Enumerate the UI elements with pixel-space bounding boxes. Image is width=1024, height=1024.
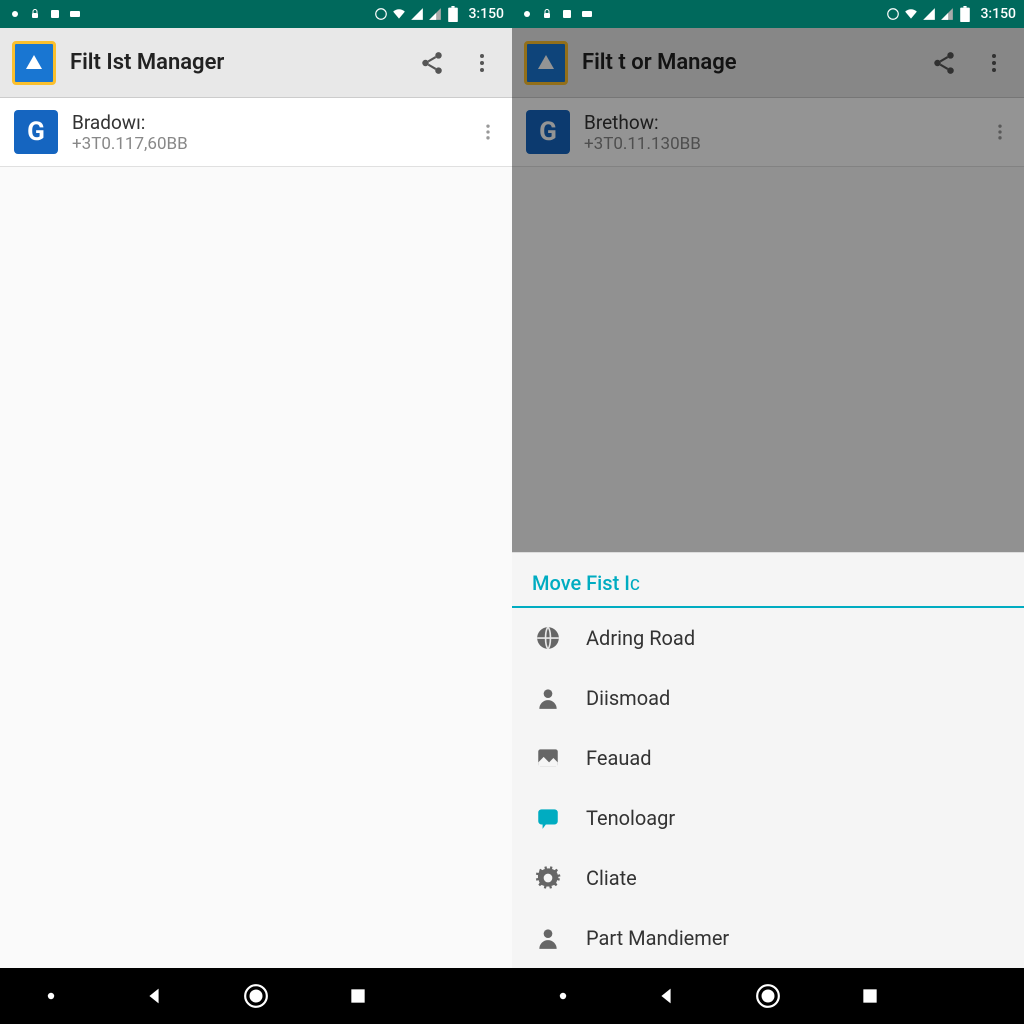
status-lock-icon xyxy=(28,7,42,21)
sheet-item-label: Feauad xyxy=(586,746,652,770)
nav-extra[interactable] xyxy=(441,976,481,1016)
sheet-item-feauad[interactable]: Feauad xyxy=(512,728,1024,788)
share-button[interactable] xyxy=(926,45,962,81)
status-card-icon xyxy=(68,7,82,21)
nav-back-button[interactable] xyxy=(134,976,174,1016)
globe-icon xyxy=(534,624,562,652)
nav-recent-button[interactable] xyxy=(338,976,378,1016)
sheet-item-label: Adring Road xyxy=(586,626,695,650)
nav-home-button[interactable] xyxy=(748,976,788,1016)
overflow-menu-button[interactable] xyxy=(976,45,1012,81)
file-type-icon: G xyxy=(14,110,58,154)
sheet-item-cliate[interactable]: Cliate xyxy=(512,848,1024,908)
sheet-item-label: Cliate xyxy=(586,866,637,890)
item-menu-button[interactable] xyxy=(990,122,1010,142)
sheet-item-label: Tenoloagr xyxy=(586,806,675,830)
app-title: Filt Ist Manager xyxy=(70,50,400,75)
file-item[interactable]: G Brethow: +3T0.11.130BB xyxy=(512,98,1024,167)
content-area xyxy=(0,167,512,968)
battery-icon xyxy=(958,7,972,21)
status-badge-icon xyxy=(374,7,388,21)
sheet-title: Move Fist Iϲ xyxy=(512,553,1024,608)
app-bar: Filt Ist Manager xyxy=(0,28,512,98)
nav-extra[interactable] xyxy=(953,976,993,1016)
file-subtitle: +3T0.11.130BB xyxy=(584,134,976,154)
nav-dot[interactable] xyxy=(543,976,583,1016)
status-card-icon xyxy=(580,7,594,21)
status-notif-icon xyxy=(520,7,534,21)
nav-bar xyxy=(512,968,1024,1024)
status-lock-icon xyxy=(540,7,554,21)
status-time: 3:150 xyxy=(468,6,504,22)
sheet-item-tenoloagr[interactable]: Tenoloagr xyxy=(512,788,1024,848)
sheet-item-part-mandiemer[interactable]: Part Mandiemer xyxy=(512,908,1024,968)
app-logo-icon xyxy=(524,41,568,85)
signal-icon xyxy=(410,7,424,21)
file-subtitle: +3T0.117,60BB xyxy=(72,134,464,154)
file-title: Bradowı: xyxy=(72,111,464,134)
status-time: 3:150 xyxy=(980,6,1016,22)
status-box-icon xyxy=(560,7,574,21)
right-phone: 3:150 Filt t or Manage G Brethow: +3T0.1… xyxy=(512,0,1024,1024)
wifi-icon xyxy=(904,7,918,21)
file-type-icon: G xyxy=(526,110,570,154)
left-phone: 3:150 Filt Ist Manager G Bradowı: +3T0.1… xyxy=(0,0,512,1024)
nav-recent-button[interactable] xyxy=(850,976,890,1016)
sheet-item-label: Diismoad xyxy=(586,686,670,710)
status-badge-icon xyxy=(886,7,900,21)
status-notif-icon xyxy=(8,7,22,21)
app-logo-icon xyxy=(12,41,56,85)
overflow-menu-button[interactable] xyxy=(464,45,500,81)
sheet-item-adring-road[interactable]: Adring Road xyxy=(512,608,1024,668)
signal-icon xyxy=(922,7,936,21)
gear-icon xyxy=(534,864,562,892)
person-icon xyxy=(534,924,562,952)
nav-home-button[interactable] xyxy=(236,976,276,1016)
bottom-sheet: Move Fist Iϲ Adring Road Diismoad Feauad… xyxy=(512,552,1024,968)
wifi-icon xyxy=(392,7,406,21)
share-button[interactable] xyxy=(414,45,450,81)
file-item[interactable]: G Bradowı: +3T0.117,60BB xyxy=(0,98,512,167)
app-bar: Filt t or Manage xyxy=(512,28,1024,98)
status-bar: 3:150 xyxy=(0,0,512,28)
signal2-icon xyxy=(428,7,442,21)
chat-icon xyxy=(534,804,562,832)
sheet-item-label: Part Mandiemer xyxy=(586,926,729,950)
battery-icon xyxy=(446,7,460,21)
sheet-item-diismoad[interactable]: Diismoad xyxy=(512,668,1024,728)
file-title: Brethow: xyxy=(584,111,976,134)
item-menu-button[interactable] xyxy=(478,122,498,142)
nav-back-button[interactable] xyxy=(646,976,686,1016)
signal2-icon xyxy=(940,7,954,21)
app-title: Filt t or Manage xyxy=(582,50,912,75)
nav-bar xyxy=(0,968,512,1024)
status-box-icon xyxy=(48,7,62,21)
nav-dot[interactable] xyxy=(31,976,71,1016)
status-bar: 3:150 xyxy=(512,0,1024,28)
image-icon xyxy=(534,744,562,772)
person-icon xyxy=(534,684,562,712)
